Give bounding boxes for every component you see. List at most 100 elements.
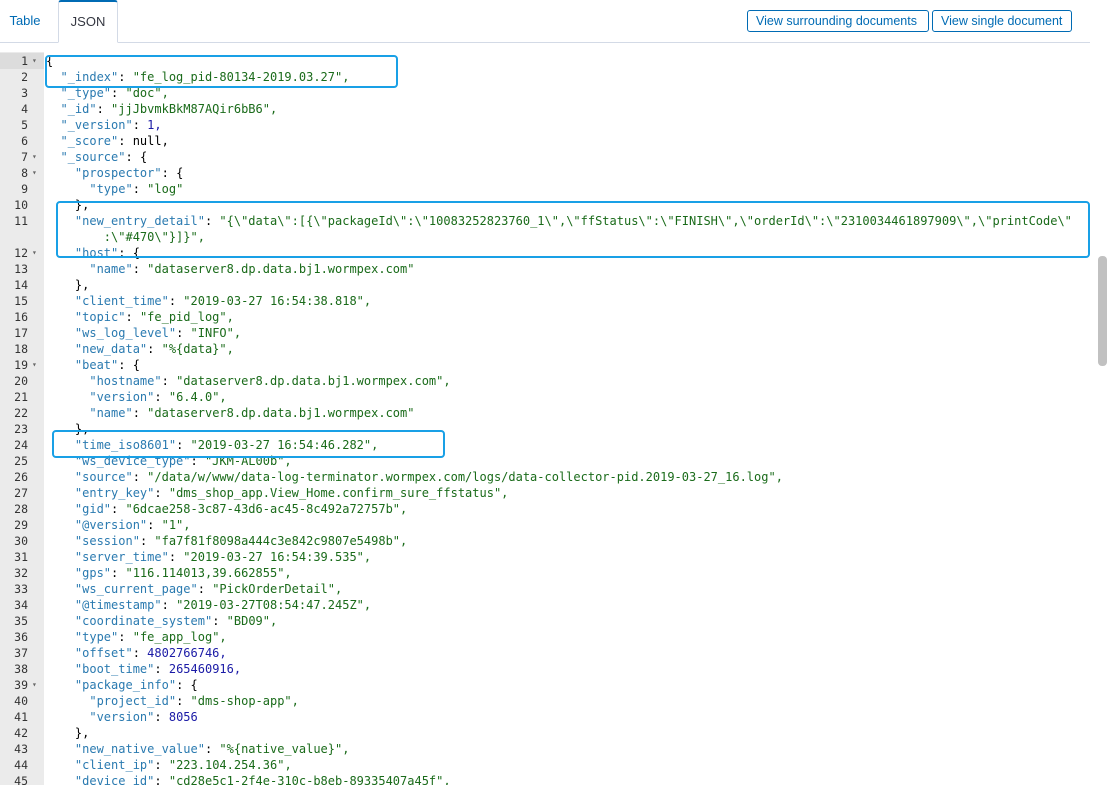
code-text: "new_native_value": "%{native_value}", — [74, 742, 350, 756]
code-text: "client_time": "2019-03-27 16:54:38.818"… — [74, 294, 372, 308]
code-line: 3 "_type": "doc", — [0, 85, 1092, 101]
line-number: 4 — [21, 102, 28, 116]
view-surrounding-documents-button[interactable]: View surrounding documents — [747, 10, 929, 32]
code-line: 38 "boot_time": 265460916, — [0, 661, 1092, 677]
code-text: "device_id": "cd28e5c1-2f4e-310c-b8eb-89… — [74, 774, 451, 785]
code-text: "host": { — [74, 246, 140, 260]
code-text: "_type": "doc", — [60, 86, 169, 100]
code-line: 22 "name": "dataserver8.dp.data.bj1.worm… — [0, 405, 1092, 421]
code-text: "coordinate_system": "BD09", — [74, 614, 278, 628]
code-line: 9 "type": "log" — [0, 181, 1092, 197]
code-line: 8 ▾ "prospector": { — [0, 165, 1092, 181]
code-text: "new_entry_detail": "{\"data\":[{\"packa… — [74, 214, 1072, 228]
line-number: 31 — [14, 550, 28, 564]
code-text: }, — [46, 198, 90, 212]
line-number: 28 — [14, 502, 28, 516]
line-number: 43 — [14, 742, 28, 756]
tab-table[interactable]: Table — [0, 0, 50, 42]
line-number: 6 — [21, 134, 28, 148]
line-number: 13 — [14, 262, 28, 276]
code-line: 18 "new_data": "%{data}", — [0, 341, 1092, 357]
line-number: 3 — [21, 86, 28, 100]
code-text: "_id": "jjJbvmkBkM87AQir6bB6", — [60, 102, 278, 116]
code-line: 5 "_version": 1, — [0, 117, 1092, 133]
line-number: 11 — [14, 214, 28, 228]
fold-chevron-icon[interactable]: ▾ — [32, 357, 37, 373]
code-line: 11 "new_entry_detail": "{\"data\":[{\"pa… — [0, 213, 1092, 229]
code-text: "name": "dataserver8.dp.data.bj1.wormpex… — [89, 406, 415, 420]
code-line: 25 "ws_device_type": "JKM-AL00b", — [0, 453, 1092, 469]
line-number: 9 — [21, 182, 28, 196]
code-line: 24 "time_iso8601": "2019-03-27 16:54:46.… — [0, 437, 1092, 453]
line-number: 21 — [14, 390, 28, 404]
code-line: 1 ▾ { — [0, 53, 1092, 69]
line-number: 37 — [14, 646, 28, 660]
fold-chevron-icon[interactable]: ▾ — [32, 677, 37, 693]
code-line: 45 "device_id": "cd28e5c1-2f4e-310c-b8eb… — [0, 773, 1092, 785]
fold-chevron-icon[interactable]: ▾ — [32, 149, 37, 165]
line-number: 44 — [14, 758, 28, 772]
code-line: 27 "entry_key": "dms_shop_app.View_Home.… — [0, 485, 1092, 501]
code-text: "gps": "116.114013,39.662855", — [74, 566, 292, 580]
line-number: 2 — [21, 70, 28, 84]
code-text: "client_ip": "223.104.254.36", — [74, 758, 292, 772]
code-text: "version": 8056 — [89, 710, 198, 724]
code-text: "version": "6.4.0", — [89, 390, 227, 404]
code-text: "hostname": "dataserver8.dp.data.bj1.wor… — [89, 374, 451, 388]
fold-chevron-icon[interactable]: ▾ — [32, 245, 37, 261]
line-number: 12 — [14, 246, 28, 260]
code-line: 12 ▾ "host": { — [0, 245, 1092, 261]
line-number: 33 — [14, 582, 28, 596]
line-number: 34 — [14, 598, 28, 612]
line-number: 35 — [14, 614, 28, 628]
code-text: "name": "dataserver8.dp.data.bj1.wormpex… — [89, 262, 415, 276]
code-line: 17 "ws_log_level": "INFO", — [0, 325, 1092, 341]
line-number: 17 — [14, 326, 28, 340]
view-tabs: Table JSON View surrounding documents Vi… — [0, 0, 1090, 43]
code-line: 42 }, — [0, 725, 1092, 741]
code-line: 37 "offset": 4802766746, — [0, 645, 1092, 661]
line-number: 38 — [14, 662, 28, 676]
line-number: 26 — [14, 470, 28, 484]
line-number: 29 — [14, 518, 28, 532]
line-number: 18 — [14, 342, 28, 356]
code-text: }, — [46, 726, 90, 740]
tab-json[interactable]: JSON — [58, 0, 118, 43]
fold-chevron-icon[interactable]: ▾ — [32, 165, 37, 181]
code-text: "boot_time": 265460916, — [74, 662, 242, 676]
code-line: 19 ▾ "beat": { — [0, 357, 1092, 373]
code-line: 2 "_index": "fe_log_pid-80134-2019.03.27… — [0, 69, 1092, 85]
code-text: "prospector": { — [74, 166, 184, 180]
code-line: 29 "@version": "1", — [0, 517, 1092, 533]
line-gutter-cell — [0, 229, 44, 245]
code-text: "project_id": "dms-shop-app", — [89, 694, 299, 708]
line-number: 22 — [14, 406, 28, 420]
code-text: "@version": "1", — [74, 518, 191, 532]
line-number: 41 — [14, 710, 28, 724]
code-line: :\"#470\"}]}", — [0, 229, 1092, 245]
code-text: "topic": "fe_pid_log", — [74, 310, 234, 324]
json-code-editor[interactable]: 1 ▾ {2 "_index": "fe_log_pid-80134-2019.03… — [0, 52, 1092, 785]
line-number: 45 — [14, 774, 28, 785]
code-text: "package_info": { — [74, 678, 198, 692]
code-line: 44 "client_ip": "223.104.254.36", — [0, 757, 1092, 773]
code-text: "source": "/data/w/www/data-log-terminat… — [74, 470, 783, 484]
line-number: 16 — [14, 310, 28, 324]
code-text: "type": "log" — [89, 182, 184, 196]
code-text: }, — [46, 278, 90, 292]
code-line: 43 "new_native_value": "%{native_value}"… — [0, 741, 1092, 757]
code-line: 6 "_score": null, — [0, 133, 1092, 149]
code-line: 28 "gid": "6dcae258-3c87-43d6-ac45-8c492… — [0, 501, 1092, 517]
code-line: 7 ▾ "_source": { — [0, 149, 1092, 165]
vertical-scrollbar[interactable] — [1098, 256, 1107, 366]
line-number: 25 — [14, 454, 28, 468]
code-line: 35 "coordinate_system": "BD09", — [0, 613, 1092, 629]
code-line: 36 "type": "fe_app_log", — [0, 629, 1092, 645]
code-line: 13 "name": "dataserver8.dp.data.bj1.worm… — [0, 261, 1092, 277]
fold-chevron-icon[interactable]: ▾ — [32, 53, 37, 69]
line-number: 19 — [14, 358, 28, 372]
view-single-document-button[interactable]: View single document — [932, 10, 1072, 32]
code-text: "session": "fa7f81f8098a444c3e842c9807e5… — [74, 534, 408, 548]
line-number: 23 — [14, 422, 28, 436]
line-number: 24 — [14, 438, 28, 452]
